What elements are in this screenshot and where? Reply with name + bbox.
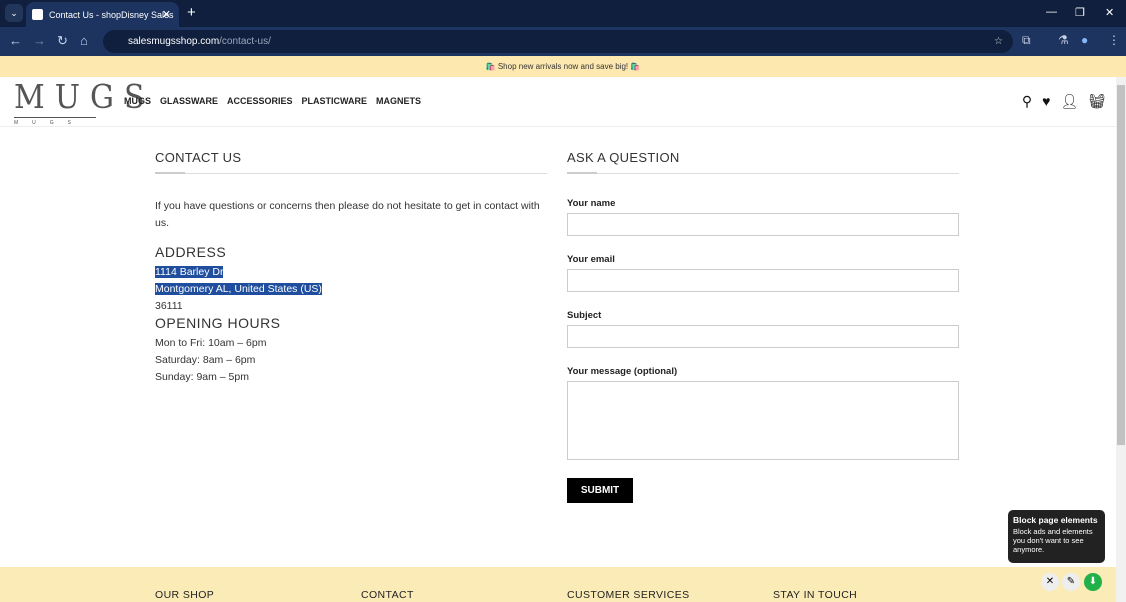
address-line1: 1114 Barley Dr [155,266,224,278]
contact-intro: If you have questions or concerns then p… [155,200,540,229]
email-label: Your email [567,254,615,265]
url-path: /contact-us/ [219,36,271,47]
message-label: Your message (optional) [567,366,678,377]
site-logo[interactable]: MUGS MUGS [14,78,145,126]
tab-list-button[interactable]: ⌄ [5,4,23,22]
main-nav: MUGS GLASSWARE ACCESSORIES PLASTICWARE M… [124,96,421,106]
menu-icon[interactable]: ⋮ [1108,33,1120,47]
footer-contact: CONTACT [361,589,414,601]
close-icon[interactable]: ✕ [1041,573,1059,591]
hours-title: OPENING HOURS [155,315,281,331]
form-title: ASK A QUESTION [567,150,959,174]
nav-glassware[interactable]: GLASSWARE [160,96,218,106]
adblock-icon[interactable]: ⬇ [1084,573,1102,591]
restore-button[interactable]: ❐ [1075,6,1085,19]
name-label: Your name [567,198,616,209]
hours-saturday: Saturday: 8am – 6pm [155,354,256,366]
footer: OUR SHOP CONTACT CUSTOMER SERVICES STAY … [0,567,1116,602]
question-form: ASK A QUESTION Your name Your email Subj… [567,150,959,503]
footer-our-shop: OUR SHOP [155,589,215,601]
address-zip: 36111 [155,300,183,312]
promo-banner[interactable]: 🛍️ Shop new arrivals now and save big! 🛍… [0,56,1126,77]
profile-icon[interactable]: ● [1081,33,1088,47]
footer-stay-in-touch: STAY IN TOUCH [773,589,858,601]
account-icon[interactable]: 👤︎ [1060,93,1078,110]
tab-title: Contact Us - shopDisney Sales [49,9,174,20]
contact-section: CONTACT US If you have questions or conc… [155,150,547,386]
home-icon[interactable]: ⌂ [80,33,88,48]
address-line2: Montgomery AL, United States (US) [155,283,322,295]
new-tab-button[interactable]: + [187,4,196,21]
nav-mugs[interactable]: MUGS [124,96,151,106]
subject-input[interactable] [567,325,959,348]
wishlist-heart-icon[interactable]: ♥ [1042,93,1050,110]
address-bar[interactable]: salesmugsshop.com/contact-us/ ☆ [103,30,1013,53]
bookmark-star-icon[interactable]: ☆ [994,30,1003,53]
back-icon[interactable]: ← [9,33,22,48]
close-window-button[interactable]: ✕ [1105,6,1114,19]
email-input[interactable] [567,269,959,292]
footer-customer-services: CUSTOMER SERVICES [567,589,690,601]
search-icon[interactable]: ⚲ [1022,93,1032,110]
cart-basket-icon[interactable]: 🧺︎ [1088,93,1106,110]
site-header: MUGS MUGS MUGS GLASSWARE ACCESSORIES PLAS… [0,77,1126,127]
favicon-icon [32,9,43,20]
pencil-icon[interactable]: ✎ [1062,573,1080,591]
block-elements-tooltip: Block page elements Block ads and element… [1008,510,1105,563]
close-tab-icon[interactable]: ✕ [162,8,171,21]
browser-toolbar: ← → ↻ ⌂ salesmugsshop.com/contact-us/ ☆ ⧉… [0,27,1126,56]
forward-icon[interactable]: → [33,33,46,48]
browser-tab[interactable]: Contact Us - shopDisney Sales ✕ [26,2,179,27]
labs-icon[interactable]: ⚗ [1058,33,1069,47]
extensions-icon[interactable]: ⧉ [1022,33,1031,48]
address-title: ADDRESS [155,244,227,260]
message-textarea[interactable] [567,381,959,460]
hours-sunday: Sunday: 9am – 5pm [155,371,249,383]
nav-accessories[interactable]: ACCESSORIES [227,96,293,106]
submit-button[interactable]: SUBMIT [567,478,633,503]
tab-bar: ⌄ Contact Us - shopDisney Sales ✕ + — ❐ ✕ [0,0,1126,27]
hours-weekdays: Mon to Fri: 10am – 6pm [155,337,267,349]
contact-title: CONTACT US [155,150,547,174]
subject-label: Subject [567,310,602,321]
nav-plasticware[interactable]: PLASTICWARE [302,96,368,106]
url-domain: salesmugsshop.com [128,36,220,47]
scrollbar[interactable] [1116,77,1126,602]
minimize-button[interactable]: — [1046,6,1057,18]
name-input[interactable] [567,213,959,236]
nav-magnets[interactable]: MAGNETS [376,96,421,106]
reload-icon[interactable]: ↻ [57,33,68,49]
